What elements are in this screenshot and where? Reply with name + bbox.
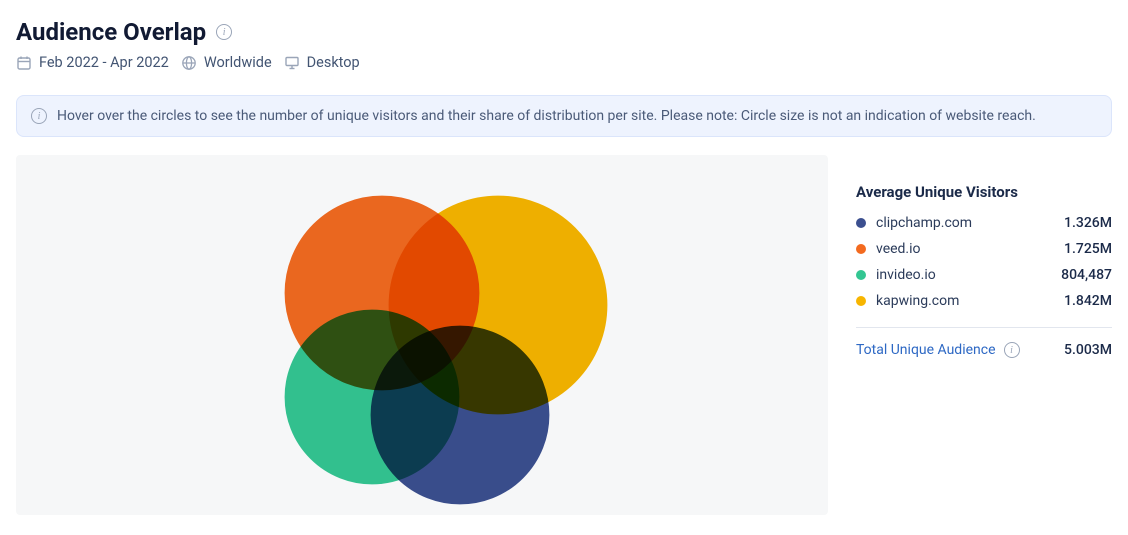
legend-dot <box>856 270 866 280</box>
legend-row[interactable]: invideo.io 804,487 <box>856 267 1112 283</box>
meta-date-range-text: Feb 2022 - Apr 2022 <box>39 54 169 71</box>
info-icon[interactable]: i <box>216 24 232 40</box>
legend-left: clipchamp.com <box>856 215 972 231</box>
hint-bar: i Hover over the circles to see the numb… <box>16 95 1112 137</box>
info-icon: i <box>31 108 47 124</box>
total-row: Total Unique Audience i 5.003M <box>856 342 1112 358</box>
calendar-icon <box>16 55 32 71</box>
legend-site: kapwing.com <box>876 293 959 309</box>
venn-panel <box>16 155 828 515</box>
meta-row: Feb 2022 - Apr 2022 Worldwide Desktop <box>16 54 1112 71</box>
legend-left: invideo.io <box>856 267 936 283</box>
legend-site: veed.io <box>876 241 921 257</box>
legend-value: 1.725M <box>1064 241 1112 257</box>
legend-dot <box>856 218 866 228</box>
legend-value: 804,487 <box>1061 267 1112 283</box>
meta-device-text: Desktop <box>307 54 360 71</box>
legend-row[interactable]: clipchamp.com 1.326M <box>856 215 1112 231</box>
total-label[interactable]: Total Unique Audience i <box>856 342 1020 358</box>
info-icon[interactable]: i <box>1004 342 1020 358</box>
legend-left: veed.io <box>856 241 921 257</box>
legend-row[interactable]: kapwing.com 1.842M <box>856 293 1112 309</box>
clipchamp-circle[interactable] <box>370 325 550 505</box>
meta-scope-text: Worldwide <box>204 54 272 71</box>
legend-value: 1.326M <box>1064 215 1112 231</box>
total-value: 5.003M <box>1064 342 1112 358</box>
legend-panel: Average Unique Visitors clipchamp.com 1.3… <box>856 155 1112 515</box>
legend-dot <box>856 244 866 254</box>
legend-row[interactable]: veed.io 1.725M <box>856 241 1112 257</box>
content-row: Average Unique Visitors clipchamp.com 1.3… <box>16 155 1112 515</box>
header-row: Audience Overlap i <box>16 18 1112 46</box>
venn-diagram[interactable] <box>222 165 622 505</box>
divider <box>856 327 1112 328</box>
legend-value: 1.842M <box>1064 293 1112 309</box>
page-title: Audience Overlap <box>16 18 206 46</box>
hint-text: Hover over the circles to see the number… <box>57 108 1036 124</box>
meta-device: Desktop <box>284 54 360 71</box>
total-label-text: Total Unique Audience <box>856 342 996 358</box>
legend-dot <box>856 296 866 306</box>
legend-title: Average Unique Visitors <box>856 183 1112 201</box>
meta-scope: Worldwide <box>181 54 272 71</box>
meta-date-range: Feb 2022 - Apr 2022 <box>16 54 169 71</box>
legend-site: invideo.io <box>876 267 936 283</box>
globe-icon <box>181 55 197 71</box>
legend-left: kapwing.com <box>856 293 959 309</box>
legend-site: clipchamp.com <box>876 215 972 231</box>
desktop-icon <box>284 55 300 71</box>
legend-list: clipchamp.com 1.326M veed.io 1.725M invideo.… <box>856 215 1112 309</box>
